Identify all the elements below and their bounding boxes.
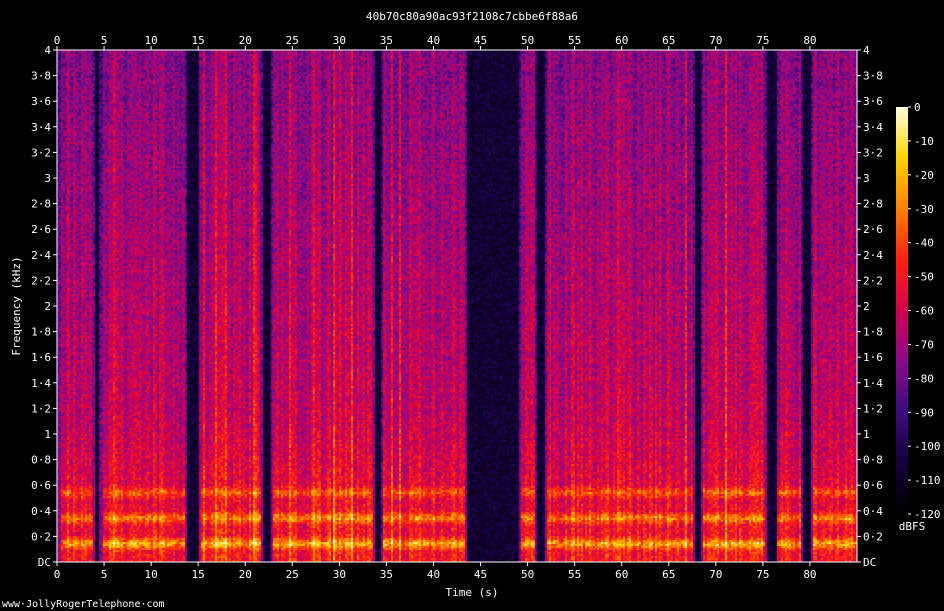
colorbar-gradient [896,107,908,514]
x-tick-label-bottom: 40 [427,568,440,581]
colorbar-tick-label: 0 [914,101,921,114]
x-tick-label-bottom: 80 [803,568,816,581]
colorbar-tick-label: -90 [914,406,934,419]
x-tick-label-bottom: 45 [474,568,487,581]
y-tick-label-left: 1·8 [31,326,51,339]
y-tick-label-left: 4 [44,44,51,57]
y-tick-label-right: 1·6 [863,351,883,364]
x-tick-label-top: 10 [144,34,157,47]
x-tick-label-top: 25 [286,34,299,47]
x-tick-label-top: 15 [192,34,205,47]
y-tick-label-right: 3·6 [863,95,883,108]
y-tick-label-right: 2·2 [863,274,883,287]
y-tick-label-left: 1·4 [31,377,51,390]
spectrogram-chart: 40b70c80a90ac93f2108c7cbbe6f88a6 0055101… [2,10,941,610]
x-tick-label-bottom: 60 [615,568,628,581]
y-tick-label-right: DC [863,556,876,569]
x-axis-label: Time (s) [446,586,499,599]
x-tick-label-top: 75 [756,34,769,47]
x-tick-label-top: 20 [239,34,252,47]
y-tick-label-left: 1·6 [31,351,51,364]
colorbar-tick-label: -30 [914,203,934,216]
y-tick-label-left: 2·8 [31,198,51,211]
y-tick-label-right: 0·4 [863,505,883,518]
y-tick-label-left: 2 [44,300,51,313]
colorbar-tick-label: -80 [914,372,934,385]
chart-title: 40b70c80a90ac93f2108c7cbbe6f88a6 [366,10,578,23]
x-tick-label-bottom: 5 [101,568,108,581]
x-tick-label-top: 80 [803,34,816,47]
y-tick-label-left: 3·4 [31,121,51,134]
x-tick-label-top: 55 [568,34,581,47]
y-tick-label-right: 0·8 [863,454,883,467]
x-tick-label-top: 0 [54,34,61,47]
y-tick-label-left: 0·2 [31,530,51,543]
y-tick-label-left: 2·4 [31,249,51,262]
x-tick-label-bottom: 65 [662,568,675,581]
x-tick-label-top: 50 [521,34,534,47]
y-tick-label-left: DC [38,556,51,569]
y-tick-label-left: 3·2 [31,146,51,159]
x-tick-label-bottom: 20 [239,568,252,581]
y-tick-label-right: 3 [863,172,870,185]
x-tick-label-bottom: 10 [144,568,157,581]
colorbar-label: dBFS [899,520,926,533]
y-tick-label-right: 2·8 [863,198,883,211]
colorbar-tick-label: -110 [914,474,941,487]
y-tick-label-left: 3 [44,172,51,185]
x-tick-label-bottom: 15 [192,568,205,581]
y-tick-label-right: 2·4 [863,249,883,262]
x-tick-label-top: 40 [427,34,440,47]
x-tick-label-top: 35 [380,34,393,47]
colorbar-tick-label: -100 [914,440,941,453]
y-tick-label-left: 1 [44,428,51,441]
y-tick-label-right: 3·2 [863,146,883,159]
y-tick-label-right: 3·4 [863,121,883,134]
y-tick-label-right: 1 [863,428,870,441]
y-tick-label-right: 0·2 [863,530,883,543]
colorbar-tick-label: -60 [914,305,934,318]
y-tick-label-left: 3·6 [31,95,51,108]
watermark-text: www·JollyRogerTelephone·com [2,599,165,610]
y-tick-label-left: 1·2 [31,402,51,415]
colorbar-tick-label: -70 [914,338,934,351]
y-tick-label-left: 2·2 [31,274,51,287]
y-tick-label-right: 4 [863,44,870,57]
y-tick-label-right: 1·2 [863,402,883,415]
x-tick-label-top: 65 [662,34,675,47]
y-tick-label-left: 2·6 [31,223,51,236]
x-tick-label-bottom: 30 [333,568,346,581]
x-tick-label-bottom: 75 [756,568,769,581]
colorbar-tick-label: -20 [914,169,934,182]
x-tick-label-top: 45 [474,34,487,47]
colorbar: 0-10-20-30-40-50-60-70-80-90-100-110-120 [896,101,941,521]
y-tick-label-left: 0·8 [31,454,51,467]
y-axis-label: Frequency (kHz) [10,256,23,355]
x-tick-label-top: 60 [615,34,628,47]
x-tick-label-bottom: 35 [380,568,393,581]
y-tick-label-right: 3·8 [863,70,883,83]
x-tick-label-bottom: 70 [709,568,722,581]
x-tick-label-bottom: 0 [54,568,61,581]
x-tick-label-bottom: 50 [521,568,534,581]
y-tick-label-right: 2·6 [863,223,883,236]
x-tick-label-bottom: 25 [286,568,299,581]
y-tick-label-right: 1·8 [863,326,883,339]
x-tick-label-top: 5 [101,34,108,47]
y-tick-label-right: 0·6 [863,479,883,492]
colorbar-tick-label: -40 [914,237,934,250]
x-tick-label-top: 30 [333,34,346,47]
y-tick-label-left: 0·6 [31,479,51,492]
colorbar-tick-label: -10 [914,135,934,148]
colorbar-tick-label: -50 [914,271,934,284]
y-tick-label-left: 3·8 [31,70,51,83]
spectrogram-plot-area [57,50,857,562]
x-tick-label-bottom: 55 [568,568,581,581]
y-tick-label-left: 0·4 [31,505,51,518]
x-tick-label-top: 70 [709,34,722,47]
y-tick-label-right: 2 [863,300,870,313]
y-tick-label-right: 1·4 [863,377,883,390]
spectrogram-image [57,50,857,562]
